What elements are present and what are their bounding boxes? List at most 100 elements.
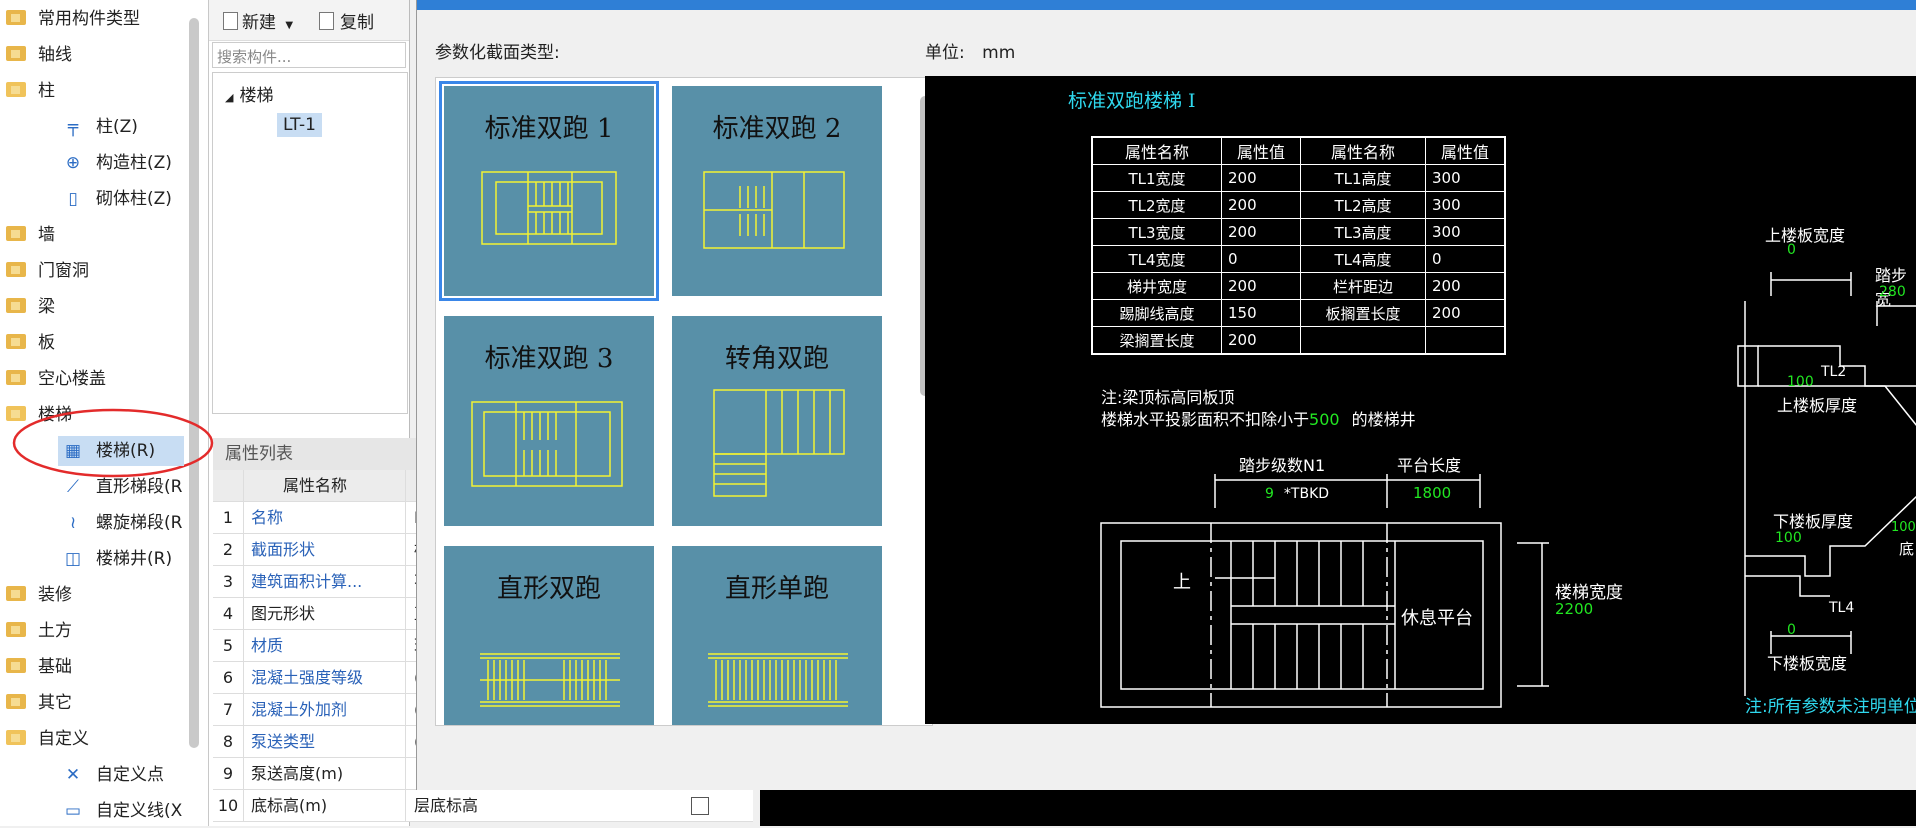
up-label: 上 — [1173, 572, 1191, 593]
tree-item[interactable]: 柱 — [6, 74, 55, 108]
tile-stair-diagram-icon — [480, 653, 620, 707]
section-type-tile[interactable]: 转角双跑 — [672, 316, 882, 526]
tree-scrollbar[interactable] — [189, 18, 199, 748]
copy-button[interactable]: 复制 — [319, 8, 374, 33]
component-toolbar: 新建 ▼ 复制 — [209, 0, 409, 41]
property-num: 4 — [213, 598, 244, 629]
step-count-label: 踏步级数N1 — [1239, 456, 1326, 475]
section-type-tile[interactable]: 标准双跑 3 — [444, 316, 654, 526]
tree-item-label: 基础 — [38, 657, 72, 677]
bottom-label: 底 — [1899, 540, 1915, 558]
tree-item-label: 板 — [38, 333, 55, 353]
tree-item-label: 空心楼盖 — [38, 369, 106, 389]
copy-icon — [319, 12, 334, 30]
tree-item[interactable]: 门窗洞 — [6, 254, 89, 288]
tree-item[interactable]: 常用构件类型 — [6, 2, 140, 36]
property-value[interactable]: 层底标高 — [405, 790, 664, 821]
upper-thickness-label: 上楼板厚度 — [1777, 396, 1858, 415]
stair-icon: ▦ — [64, 441, 82, 461]
folder-open-icon — [6, 81, 26, 97]
property-row[interactable]: 10 底标高(m) 层底标高 — [213, 790, 753, 822]
folder-icon — [6, 369, 26, 385]
tree-item[interactable]: ✕ 自定义点 — [62, 758, 164, 792]
lower-slab-width-label: 下楼板宽度 — [1767, 654, 1848, 673]
tree-item-label: 柱(Z) — [96, 117, 138, 137]
step-count-value: 9 *TBKD — [1265, 486, 1330, 502]
component-search-input[interactable]: 搜索构件... — [212, 42, 406, 68]
drawing-canvas-strip — [760, 790, 1916, 826]
folder-icon — [6, 297, 26, 313]
stair-width-value: 2200 — [1555, 600, 1594, 618]
tree-item-label: 楼梯(R) — [96, 441, 156, 461]
tile-stair-diagram-icon — [703, 171, 845, 249]
upper-slab-width-label: 上楼板宽度 — [1765, 226, 1846, 245]
tree-item[interactable]: 土方 — [6, 614, 72, 648]
property-name: 名称 — [251, 508, 284, 527]
tree-item[interactable]: ⊕ 构造柱(Z) — [62, 146, 172, 180]
tree-item[interactable]: 其它 — [6, 686, 72, 720]
component-group-stair[interactable]: ◢ 楼梯 — [225, 81, 273, 106]
tree-item-label: 自定义 — [38, 729, 89, 749]
upper-slab-width-value: 0 — [1787, 242, 1796, 258]
tree-item-label: 螺旋梯段(R — [96, 513, 183, 533]
tree-item[interactable]: ≀ 螺旋梯段(R — [62, 506, 183, 540]
tree-item[interactable]: ▯ 砌体柱(Z) — [62, 182, 172, 216]
property-name: 图元形状 — [251, 604, 316, 623]
tree-item[interactable]: 自定义 — [6, 722, 89, 756]
section-type-tile[interactable]: 标准双跑 1 — [439, 81, 659, 301]
stairwell-icon: ◫ — [64, 549, 82, 569]
tree-item-label: 装修 — [38, 585, 72, 605]
tree-item[interactable]: ◫ 楼梯井(R) — [62, 542, 172, 576]
folder-icon — [6, 225, 26, 241]
property-name: 混凝土外加剂 — [251, 700, 348, 719]
property-name: 泵送类型 — [251, 732, 316, 751]
tree-item[interactable]: 板 — [6, 326, 55, 360]
tile-stair-diagram-icon — [708, 653, 848, 707]
property-num: 6 — [213, 662, 244, 693]
unit-value: mm — [982, 43, 1016, 63]
tile-stair-diagram-icon — [471, 401, 623, 487]
spiral-flight-icon: ≀ — [69, 513, 77, 533]
properties-title: 属性列表 — [213, 438, 421, 470]
tree-item-label: 自定义线(X — [96, 801, 183, 821]
tree-item-label: 柱 — [38, 81, 55, 101]
property-num: 1 — [213, 502, 244, 533]
tree-item-label: 土方 — [38, 621, 72, 641]
tl2-label: TL2 — [1821, 364, 1847, 380]
tl4-label: TL4 — [1829, 600, 1855, 616]
tree-item[interactable]: 装修 — [6, 578, 72, 612]
tree-item[interactable]: ▭ 自定义线(X — [62, 794, 182, 828]
tile-stair-diagram-icon — [713, 389, 845, 497]
component-item-lt1[interactable]: LT-1 — [277, 113, 322, 137]
section-type-tile[interactable]: 直形双跑 — [444, 546, 654, 725]
header-name: 属性名称 — [283, 476, 348, 495]
tree-item[interactable]: 墙 — [6, 218, 55, 252]
tree-item[interactable]: ╤ 柱(Z) — [62, 110, 138, 144]
property-name: 材质 — [251, 636, 284, 655]
folder-icon — [6, 657, 26, 673]
dropdown-arrow-icon: ▼ — [285, 20, 294, 31]
masonry-column-icon: ▯ — [68, 189, 78, 209]
custom-line-icon: ▭ — [64, 801, 82, 821]
tree-item[interactable]: 轴线 — [6, 38, 72, 72]
tree-item[interactable]: 空心楼盖 — [6, 362, 106, 396]
new-button[interactable]: 新建 ▼ — [223, 8, 293, 33]
folder-icon — [6, 9, 26, 25]
property-num: 2 — [213, 534, 244, 565]
lower-slab-width-value: 0 — [1787, 622, 1796, 638]
column-icon: ╤ — [67, 117, 79, 137]
section-type-tile[interactable]: 标准双跑 2 — [672, 86, 882, 296]
property-name: 底标高(m) — [251, 796, 328, 815]
tree-item[interactable]: 梁 — [6, 290, 55, 324]
unit-label: 单位: mm — [925, 43, 1016, 63]
tile-stair-diagram-icon — [481, 171, 617, 245]
property-name: 混凝土强度等级 — [251, 668, 364, 687]
section-type-tile[interactable]: 直形单跑 — [672, 546, 882, 725]
folder-icon — [6, 621, 26, 637]
tree-item[interactable]: 基础 — [6, 650, 72, 684]
tree-item-label: 构造柱(Z) — [96, 153, 172, 173]
property-checkbox[interactable] — [691, 797, 709, 815]
tree-item[interactable]: ▦ 楼梯(R) — [58, 434, 184, 468]
tread-value: 280 — [1879, 284, 1906, 300]
property-num: 8 — [213, 726, 244, 757]
